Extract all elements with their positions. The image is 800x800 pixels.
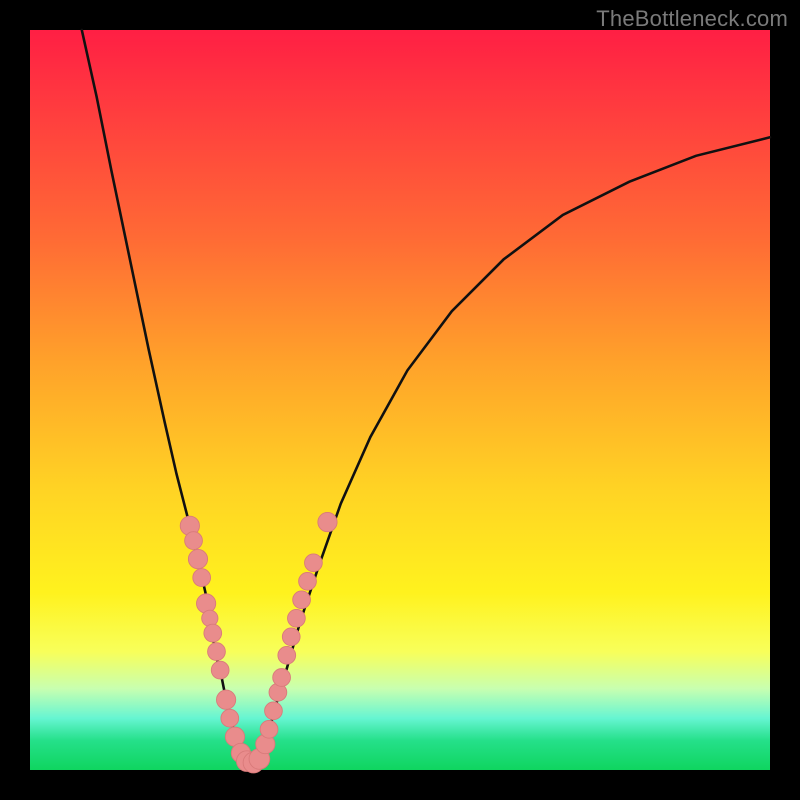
marker-group xyxy=(180,512,337,772)
data-marker xyxy=(305,554,323,572)
data-marker xyxy=(221,709,239,727)
data-marker xyxy=(273,669,291,687)
curve-group xyxy=(82,30,770,763)
data-marker xyxy=(278,646,296,664)
data-marker xyxy=(202,610,218,626)
data-marker xyxy=(216,690,235,709)
data-marker xyxy=(208,643,226,661)
data-marker xyxy=(293,591,311,609)
watermark-text: TheBottleneck.com xyxy=(596,6,788,32)
data-marker xyxy=(265,702,283,720)
data-marker xyxy=(260,720,278,738)
data-marker xyxy=(193,569,211,587)
data-marker xyxy=(318,512,337,531)
data-marker xyxy=(288,609,306,627)
curve-right-branch xyxy=(259,137,770,760)
data-marker xyxy=(204,624,222,642)
data-marker xyxy=(299,572,317,590)
data-marker xyxy=(188,549,207,568)
data-marker xyxy=(211,661,229,679)
data-marker xyxy=(282,628,300,646)
data-marker xyxy=(185,532,203,550)
chart-svg xyxy=(30,30,770,770)
chart-frame: TheBottleneck.com xyxy=(0,0,800,800)
plot-area xyxy=(30,30,770,770)
data-marker xyxy=(197,594,216,613)
